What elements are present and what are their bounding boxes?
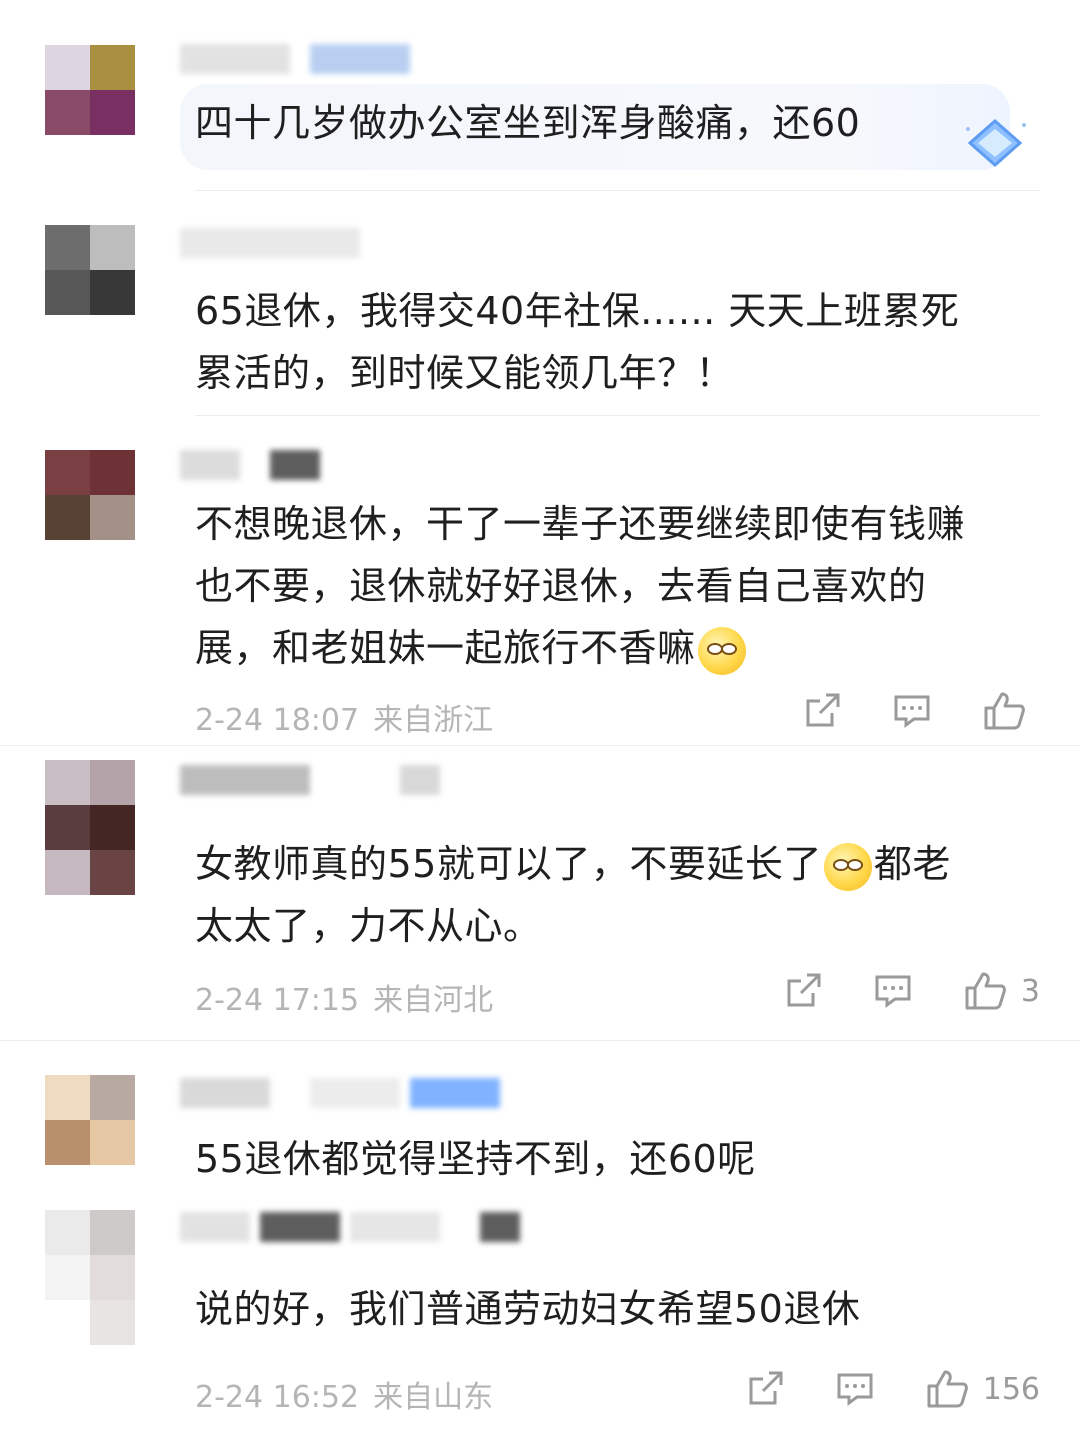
comment-text: 也不要，退休就好好退休，去看自己喜欢的 <box>195 564 927 608</box>
thumbs-up-icon <box>927 1370 968 1408</box>
share-icon <box>806 693 840 727</box>
comment-actions: 156 <box>695 1368 1040 1410</box>
comment-text: 不想晚退休，干了一辈子还要继续即使有钱赚 <box>195 502 966 546</box>
like-button[interactable]: 3 <box>963 970 1040 1012</box>
reply-button[interactable] <box>873 971 913 1011</box>
comment-item: 55退休都觉得坚持不到，还60呢 <box>0 1040 1080 1200</box>
comment-text: 女教师真的55就可以了，不要延长了 <box>195 842 822 886</box>
rolling-eyes-emoji <box>823 842 872 891</box>
comment-item: 女教师真的55就可以了，不要延长了 都老 太太了，力不从心。 2-24 17:15… <box>0 745 1080 1041</box>
reply-button[interactable] <box>835 1369 875 1409</box>
username-blurred[interactable] <box>180 450 320 484</box>
avatar[interactable] <box>45 225 135 315</box>
like-count: 156 <box>982 1371 1040 1407</box>
username-blurred[interactable] <box>180 765 440 799</box>
comment-text: 都老 <box>873 842 951 886</box>
comment-text: 太太了，力不从心。 <box>195 904 542 948</box>
avatar[interactable] <box>45 1210 135 1345</box>
comment-meta: 2-24 18:07 来自浙江 <box>195 695 507 739</box>
diamond-badge-icon <box>962 115 1028 175</box>
comment-icon <box>837 1373 873 1406</box>
comment-icon <box>894 695 930 728</box>
avatar[interactable] <box>45 1075 135 1165</box>
comment-time: 2-24 18:07 <box>195 703 360 738</box>
comment-item: 65退休，我得交40年社保...... 天天上班累死 累活的，到时候又能领几年？… <box>0 190 1080 416</box>
comment-text-line: 展，和老姐妹一起旅行不香嘛 <box>195 617 748 679</box>
comment-text-line: 女教师真的55就可以了，不要延长了 都老 <box>195 833 951 895</box>
comment-meta: 2-24 17:15 来自河北 <box>195 975 507 1019</box>
comment-time: 2-24 17:15 <box>195 983 360 1018</box>
username-blurred[interactable] <box>180 228 360 262</box>
comment-actions: 3 <box>733 970 1040 1012</box>
comment-icon <box>875 975 911 1008</box>
comment-text: 四十几岁做办公室坐到浑身酸痛，还60 <box>195 101 861 145</box>
like-button[interactable]: 156 <box>925 1368 1040 1410</box>
comment-text: 说的好，我们普通劳动妇女希望50退休 <box>195 1287 861 1331</box>
comment-text: 55退休都觉得坚持不到，还60呢 <box>195 1137 756 1181</box>
comment-item: 四十几岁做办公室坐到浑身酸痛，还60 <box>0 0 1080 191</box>
avatar[interactable] <box>45 450 135 540</box>
comment-text: 65退休，我得交40年社保...... 天天上班累死 <box>195 289 960 333</box>
avatar[interactable] <box>45 45 135 135</box>
comment-time: 2-24 16:52 <box>195 1380 360 1415</box>
like-count: 3 <box>1020 973 1040 1009</box>
comment-location: 来自浙江 <box>373 703 494 738</box>
share-icon <box>749 1371 783 1405</box>
thinking-face-emoji <box>697 626 746 675</box>
share-button[interactable] <box>802 691 842 731</box>
like-button[interactable] <box>982 690 1040 732</box>
username-blurred[interactable] <box>180 1212 520 1246</box>
comment-location: 来自河北 <box>373 983 494 1018</box>
comment-item: 说的好，我们普通劳动妇女希望50退休 2-24 16:52 来自山东 156 <box>0 1200 1080 1434</box>
comment-item: 不想晚退休，干了一辈子还要继续即使有钱赚 也不要，退休就好好退休，去看自己喜欢的… <box>0 415 1080 746</box>
username-blurred[interactable] <box>180 1078 500 1112</box>
comment-location: 来自山东 <box>373 1380 494 1415</box>
avatar-lower <box>45 805 135 895</box>
comment-actions <box>752 690 1040 732</box>
thumbs-up-icon <box>984 692 1025 730</box>
share-button[interactable] <box>745 1369 785 1409</box>
thumbs-up-icon <box>965 972 1006 1010</box>
comment-text: 累活的，到时候又能领几年？！ <box>195 351 735 395</box>
comment-meta: 2-24 16:52 来自山东 <box>195 1372 507 1416</box>
share-button[interactable] <box>783 971 823 1011</box>
comment-text: 展，和老姐妹一起旅行不香嘛 <box>195 626 696 670</box>
reply-button[interactable] <box>892 691 932 731</box>
share-icon <box>787 973 821 1007</box>
username-blurred[interactable] <box>180 44 410 78</box>
